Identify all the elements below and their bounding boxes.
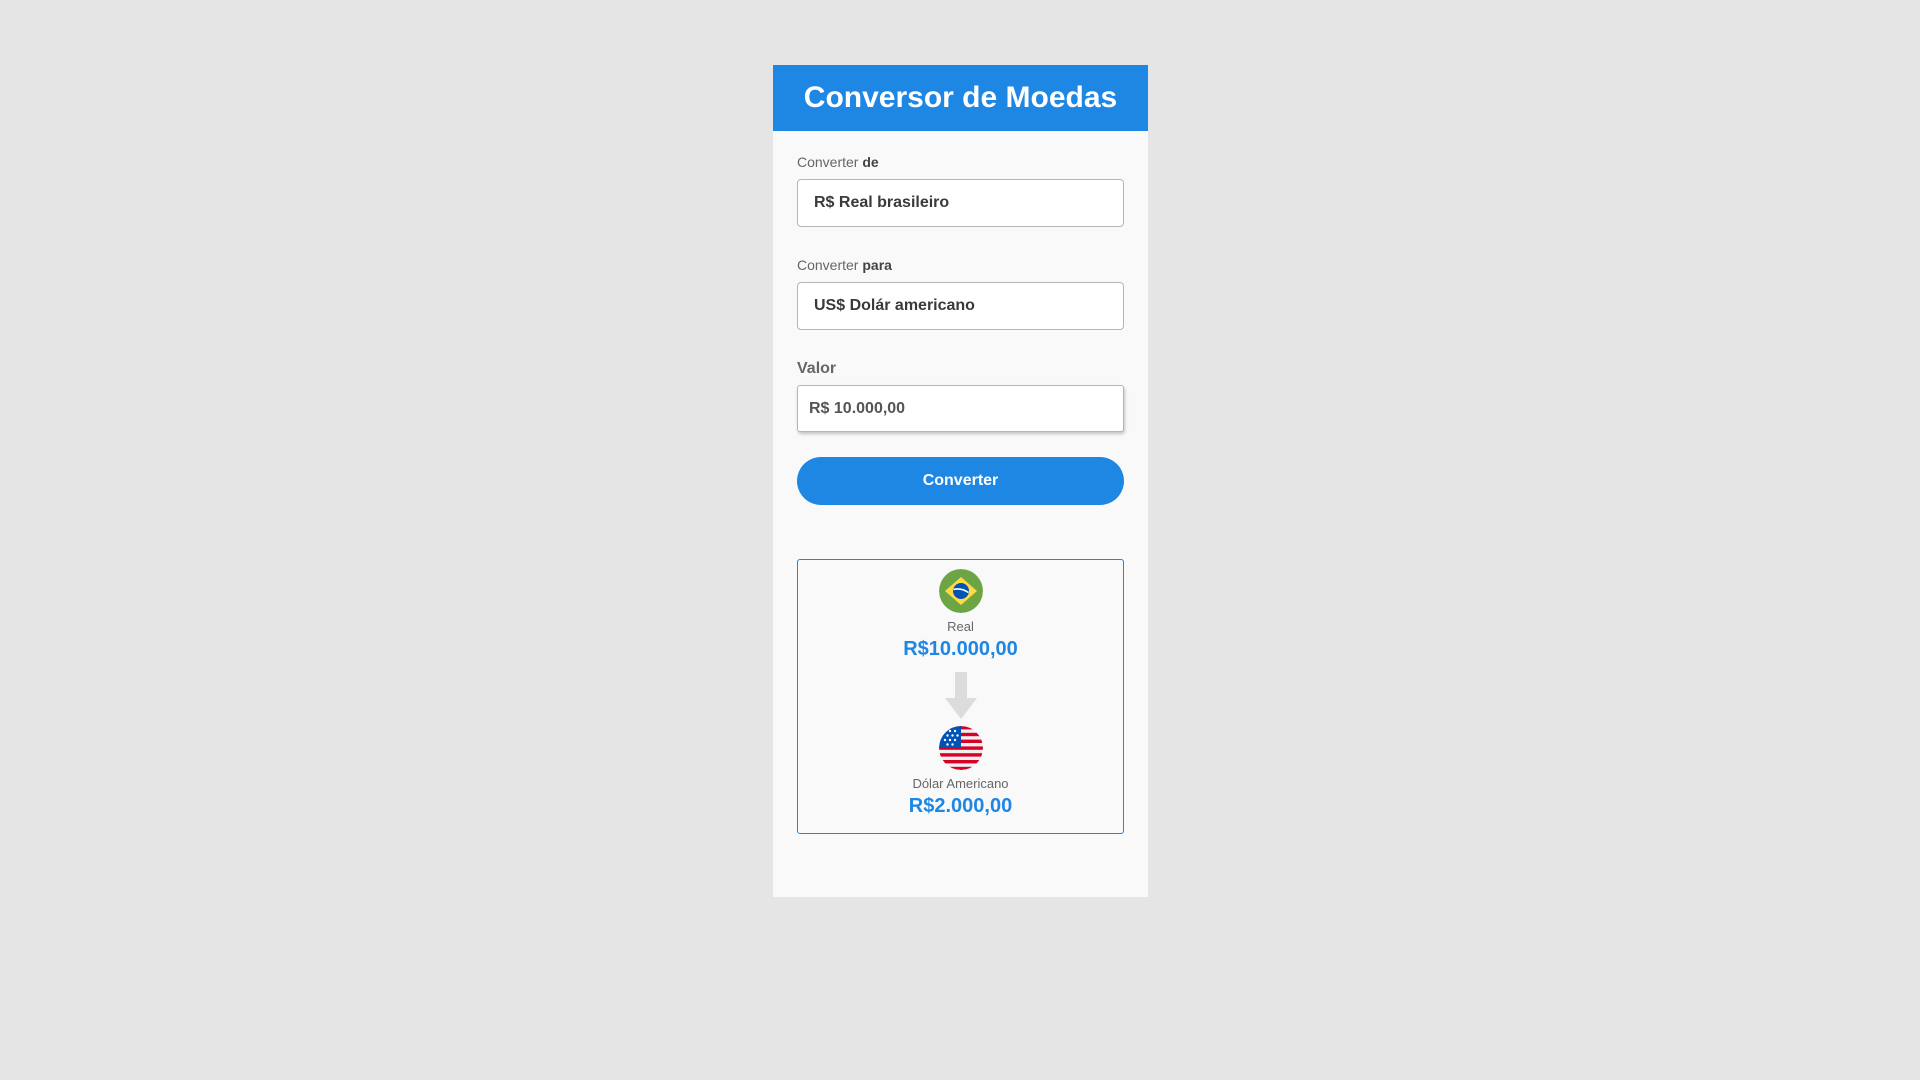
to-currency-value: US$ Dolár americano: [814, 297, 975, 314]
conversion-result-panel: Real R$10.000,00 Dólar Americano R$2.000…: [797, 559, 1124, 834]
to-currency-select[interactable]: US$ Dolár americano: [797, 282, 1124, 330]
page-title: Conversor de Moedas: [803, 81, 1118, 114]
from-label-prefix: Converter: [797, 154, 859, 170]
from-label-bold: de: [862, 154, 879, 170]
from-currency-amount: R$10.000,00: [903, 638, 1018, 660]
app-header: Conversor de Moedas: [773, 65, 1148, 131]
to-currency-amount: R$2.000,00: [908, 795, 1013, 817]
from-currency-label: Converter de: [797, 154, 1124, 171]
from-currency-name: Real: [947, 619, 974, 634]
to-currency-name: Dólar Americano: [912, 776, 1009, 791]
amount-label: Valor: [797, 360, 837, 377]
converter-form: Converter de R$ Real brasileiro Converte…: [773, 131, 1148, 505]
brazil-flag-icon: [938, 569, 983, 613]
usa-flag-icon: [938, 726, 983, 770]
from-currency-select[interactable]: R$ Real brasileiro: [797, 179, 1124, 227]
to-label-bold: para: [862, 257, 892, 273]
convert-button[interactable]: Converter: [797, 457, 1124, 505]
to-label-prefix: Converter: [797, 257, 859, 273]
from-currency-value: R$ Real brasileiro: [814, 194, 950, 211]
amount-input[interactable]: [797, 385, 1124, 432]
converter-app: Conversor de Moedas Converter de R$ Real…: [773, 65, 1148, 897]
to-currency-label: Converter para: [797, 257, 1124, 274]
arrow-down-icon: [944, 672, 977, 719]
